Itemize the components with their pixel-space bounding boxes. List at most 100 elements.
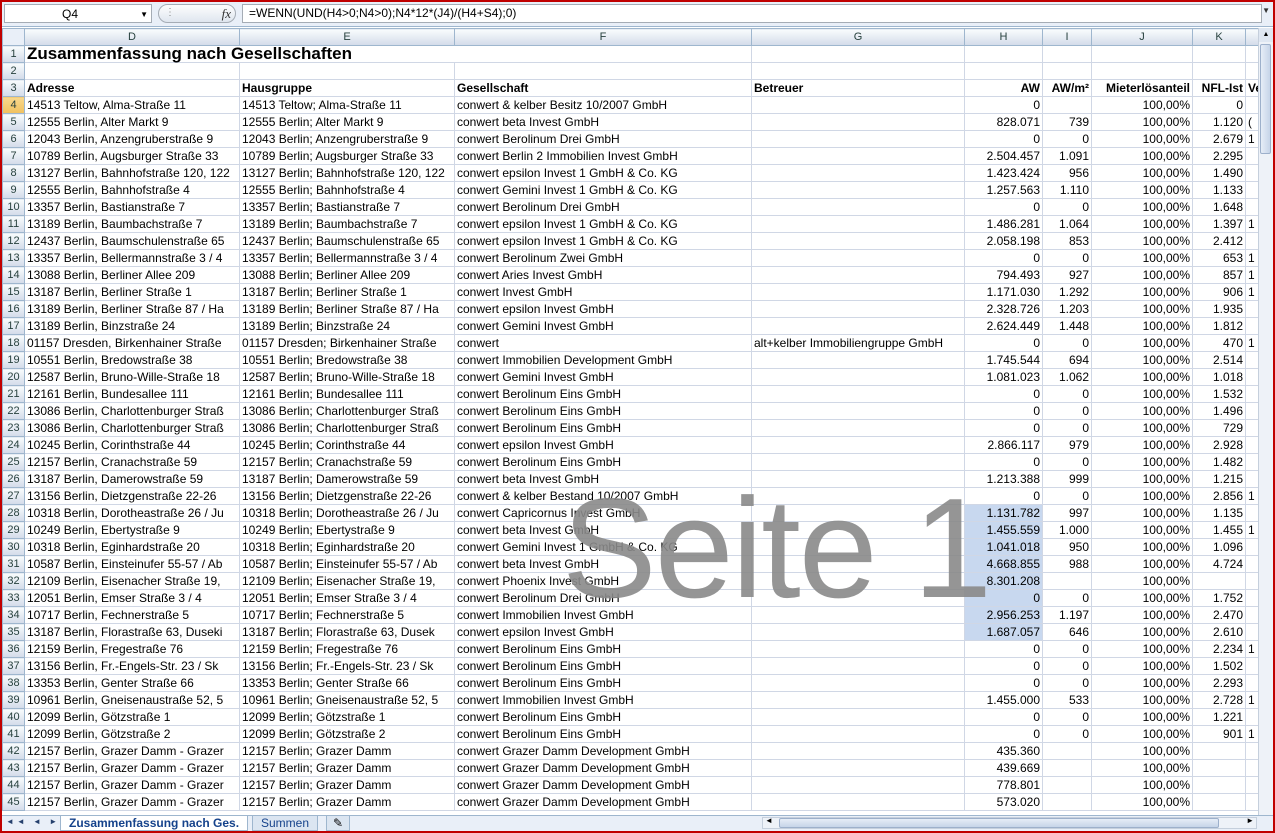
row-header[interactable]: 22 (2, 402, 25, 420)
cell-betreuer[interactable] (751, 181, 965, 199)
cell-adresse[interactable]: 13189 Berlin, Binzstraße 24 (24, 317, 240, 335)
cell-gesellschaft[interactable]: conwert Berolinum Zwei GmbH (454, 249, 752, 267)
cell-nfl-ist[interactable]: 4.724 (1192, 555, 1246, 573)
cell-hausgruppe[interactable]: 12099 Berlin; Götzstraße 1 (239, 708, 455, 726)
cell-hausgruppe[interactable]: 10551 Berlin; Bredowstraße 38 (239, 351, 455, 369)
cell-hausgruppe[interactable]: 12043 Berlin; Anzengruberstraße 9 (239, 130, 455, 148)
cell-mieteranteil[interactable]: 100,00% (1091, 470, 1193, 488)
cell-mieteranteil[interactable]: 100,00% (1091, 657, 1193, 675)
cell-adresse[interactable]: 10551 Berlin, Bredowstraße 38 (24, 351, 240, 369)
cell[interactable] (1042, 62, 1092, 80)
cell-hausgruppe[interactable]: 13088 Berlin; Berliner Allee 209 (239, 266, 455, 284)
cell-mieteranteil[interactable]: 100,00% (1091, 198, 1193, 216)
cell-gesellschaft[interactable]: conwert Immobilien Invest GmbH (454, 691, 752, 709)
cell-gesellschaft[interactable]: conwert Immobilien Development GmbH (454, 351, 752, 369)
cell-aw[interactable]: 0 (964, 419, 1043, 437)
cell-hausgruppe[interactable]: 10587 Berlin; Einsteinufer 55-57 / Ab (239, 555, 455, 573)
cell-nfl-ist[interactable]: 1.120 (1192, 113, 1246, 131)
cell-betreuer[interactable] (751, 504, 965, 522)
cell-gesellschaft[interactable]: conwert Gemini Invest GmbH (454, 317, 752, 335)
cell-nfl-ist[interactable]: 1.532 (1192, 385, 1246, 403)
cell-gesellschaft[interactable]: conwert Capricornus Invest GmbH (454, 504, 752, 522)
row-header[interactable]: 8 (2, 164, 25, 182)
cell-hausgruppe[interactable]: 13127 Berlin; Bahnhofstraße 120, 122 (239, 164, 455, 182)
cell-awm2[interactable]: 0 (1042, 674, 1092, 692)
cell-adresse[interactable]: 12555 Berlin, Bahnhofstraße 4 (24, 181, 240, 199)
row-header[interactable]: 43 (2, 759, 25, 777)
cell-hausgruppe[interactable]: 13357 Berlin; Bastianstraße 7 (239, 198, 455, 216)
cell-awm2[interactable]: 0 (1042, 402, 1092, 420)
cell-mieteranteil[interactable]: 100,00% (1091, 793, 1193, 811)
cell-awm2[interactable]: 1.110 (1042, 181, 1092, 199)
cell[interactable] (1042, 45, 1092, 63)
cell-aw[interactable]: 0 (964, 402, 1043, 420)
cell-gesellschaft[interactable]: conwert Gemini Invest GmbH (454, 368, 752, 386)
cell-adresse[interactable]: 13187 Berlin, Berliner Straße 1 (24, 283, 240, 301)
row-header[interactable]: 5 (2, 113, 25, 131)
row-header[interactable]: 7 (2, 147, 25, 165)
cell-awm2[interactable]: 1.064 (1042, 215, 1092, 233)
cell[interactable] (1091, 45, 1193, 63)
cell-betreuer[interactable] (751, 555, 965, 573)
cell-gesellschaft[interactable]: conwert Immobilien Invest GmbH (454, 606, 752, 624)
insert-sheet-icon[interactable]: ✎ (326, 816, 350, 831)
cell-adresse[interactable]: 10789 Berlin, Augsburger Straße 33 (24, 147, 240, 165)
cell-hausgruppe[interactable]: 12109 Berlin; Eisenacher Straße 19, (239, 572, 455, 590)
cell[interactable] (1192, 62, 1246, 80)
cell-gesellschaft[interactable]: conwert beta Invest GmbH (454, 113, 752, 131)
cell-aw[interactable]: 1.171.030 (964, 283, 1043, 301)
select-all-corner[interactable] (2, 28, 25, 46)
cell-mieteranteil[interactable]: 100,00% (1091, 623, 1193, 641)
cell-gesellschaft[interactable]: conwert Grazer Damm Development GmbH (454, 776, 752, 794)
row-header[interactable]: 1 (2, 45, 25, 63)
cell-betreuer[interactable] (751, 147, 965, 165)
name-box[interactable]: Q4 ▼ (4, 4, 152, 23)
cell-hausgruppe[interactable]: 14513 Teltow; Alma-Straße 11 (239, 96, 455, 114)
cell-nfl-ist[interactable]: 1.482 (1192, 453, 1246, 471)
cell-mieteranteil[interactable]: 100,00% (1091, 436, 1193, 454)
cell-mieteranteil[interactable]: 100,00% (1091, 300, 1193, 318)
cell-adresse[interactable]: 13088 Berlin, Berliner Allee 209 (24, 266, 240, 284)
cell[interactable] (1192, 45, 1246, 63)
row-header[interactable]: 4 (2, 96, 25, 114)
cell-hausgruppe[interactable]: 10961 Berlin; Gneisenaustraße 52, 5 (239, 691, 455, 709)
cell-mieteranteil[interactable]: 100,00% (1091, 419, 1193, 437)
cell-nfl-ist[interactable] (1192, 759, 1246, 777)
cell-hausgruppe[interactable]: 12587 Berlin; Bruno-Wille-Straße 18 (239, 368, 455, 386)
scroll-right-icon[interactable]: ► (1246, 816, 1254, 825)
cell-mieteranteil[interactable]: 100,00% (1091, 708, 1193, 726)
horizontal-scroll-thumb[interactable] (779, 818, 1219, 828)
cell-mieteranteil[interactable]: 100,00% (1091, 283, 1193, 301)
cell-mieteranteil[interactable]: 100,00% (1091, 453, 1193, 471)
cell-adresse[interactable]: 13187 Berlin, Damerowstraße 59 (24, 470, 240, 488)
cell-gesellschaft[interactable]: conwert epsilon Invest 1 GmbH & Co. KG (454, 232, 752, 250)
cell-mieteranteil[interactable]: 100,00% (1091, 266, 1193, 284)
cell-gesellschaft[interactable]: conwert Gemini Invest 1 GmbH & Co. KG (454, 181, 752, 199)
cell-awm2[interactable]: 0 (1042, 385, 1092, 403)
row-header[interactable]: 9 (2, 181, 25, 199)
cell-awm2[interactable]: 1.448 (1042, 317, 1092, 335)
row-header[interactable]: 42 (2, 742, 25, 760)
cell-mieteranteil[interactable]: 100,00% (1091, 589, 1193, 607)
cell-aw[interactable]: 1.486.281 (964, 215, 1043, 233)
cell-gesellschaft[interactable]: conwert Gemini Invest 1 GmbH & Co. KG (454, 538, 752, 556)
cell-mieteranteil[interactable]: 100,00% (1091, 572, 1193, 590)
cell-betreuer[interactable] (751, 674, 965, 692)
cell-nfl-ist[interactable]: 1.455 (1192, 521, 1246, 539)
cell-nfl-ist[interactable] (1192, 793, 1246, 811)
cell-nfl-ist[interactable]: 0 (1192, 96, 1246, 114)
cell-nfl-ist[interactable]: 1.135 (1192, 504, 1246, 522)
cell-betreuer[interactable] (751, 385, 965, 403)
cell-mieteranteil[interactable]: 100,00% (1091, 147, 1193, 165)
cell-aw[interactable]: 1.687.057 (964, 623, 1043, 641)
cell-adresse[interactable]: 13353 Berlin, Genter Straße 66 (24, 674, 240, 692)
cell-hausgruppe[interactable]: 10249 Berlin; Ebertystraße 9 (239, 521, 455, 539)
row-header[interactable]: 12 (2, 232, 25, 250)
cell-mieteranteil[interactable]: 100,00% (1091, 232, 1193, 250)
cell-betreuer[interactable] (751, 657, 965, 675)
cell-awm2[interactable]: 0 (1042, 130, 1092, 148)
cell-hausgruppe[interactable]: 12157 Berlin; Grazer Damm (239, 759, 455, 777)
cell-awm2[interactable]: 950 (1042, 538, 1092, 556)
cell-gesellschaft[interactable]: conwert & kelber Bestand 10/2007 GmbH (454, 487, 752, 505)
cell-gesellschaft[interactable]: conwert Grazer Damm Development GmbH (454, 793, 752, 811)
